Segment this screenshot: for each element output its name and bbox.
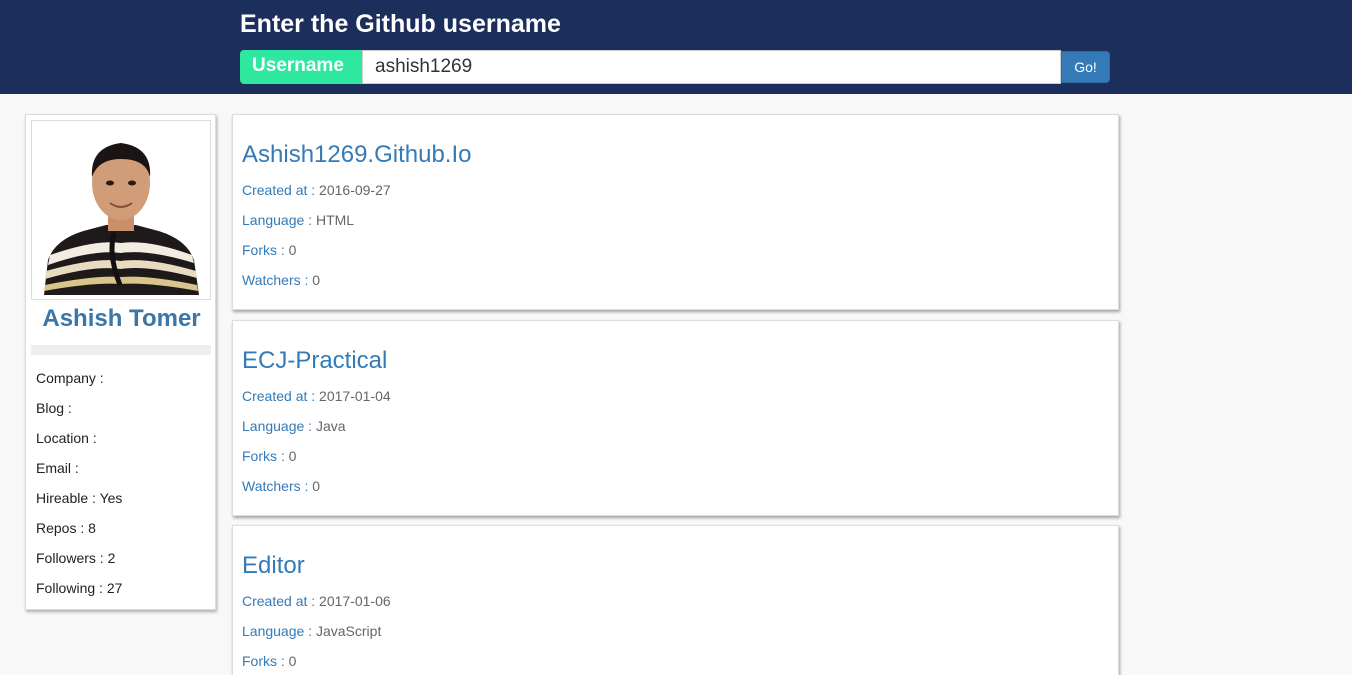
username-input[interactable] (362, 50, 1061, 84)
info-company: Company : (36, 370, 104, 386)
repo-title-link[interactable]: Editor (242, 552, 305, 580)
username-addon-label: Username (240, 50, 362, 84)
repo-forks: Forks : 0 (242, 242, 297, 258)
repo-watchers: Watchers : 0 (242, 478, 321, 494)
repo-created: Created at : 2017-01-06 (242, 593, 391, 609)
page-title: Enter the Github username (240, 10, 561, 38)
info-blog: Blog : (36, 400, 72, 416)
info-followers: Followers : 2 (36, 550, 116, 566)
info-location: Location : (36, 430, 97, 446)
info-email: Email : (36, 460, 79, 476)
repo-card: Editor Created at : 2017-01-06 Language … (232, 525, 1119, 675)
info-hireable: Hireable : Yes (36, 490, 123, 506)
repo-created: Created at : 2016-09-27 (242, 182, 391, 198)
repo-card: ECJ-Practical Created at : 2017-01-04 La… (232, 320, 1119, 516)
avatar-image (36, 125, 206, 295)
repo-watchers: Watchers : 0 (242, 272, 321, 288)
repo-title-link[interactable]: Ashish1269.Github.Io (242, 141, 472, 169)
repo-forks: Forks : 0 (242, 448, 297, 464)
profile-name: Ashish Tomer (42, 305, 201, 332)
repo-title-link[interactable]: ECJ-Practical (242, 347, 387, 375)
repo-card: Ashish1269.Github.Io Created at : 2016-0… (232, 114, 1119, 310)
repo-language: Language : JavaScript (242, 623, 382, 639)
profile-info-list: Company : Blog : Location : Email : Hire… (36, 369, 122, 609)
profile-divider (31, 345, 211, 355)
repo-forks: Forks : 0 (242, 653, 297, 669)
go-button[interactable]: Go! (1061, 51, 1110, 83)
search-group: Username Go! (240, 50, 1110, 84)
repo-language: Language : Java (242, 418, 346, 434)
repo-language: Language : HTML (242, 212, 355, 228)
info-repos: Repos : 8 (36, 520, 96, 536)
header-bar: Enter the Github username Username Go! (0, 0, 1352, 94)
info-following: Following : 27 (36, 580, 123, 596)
avatar (31, 120, 211, 300)
repo-created: Created at : 2017-01-04 (242, 388, 391, 404)
profile-card: Ashish Tomer Company : Blog : Location :… (25, 114, 216, 610)
